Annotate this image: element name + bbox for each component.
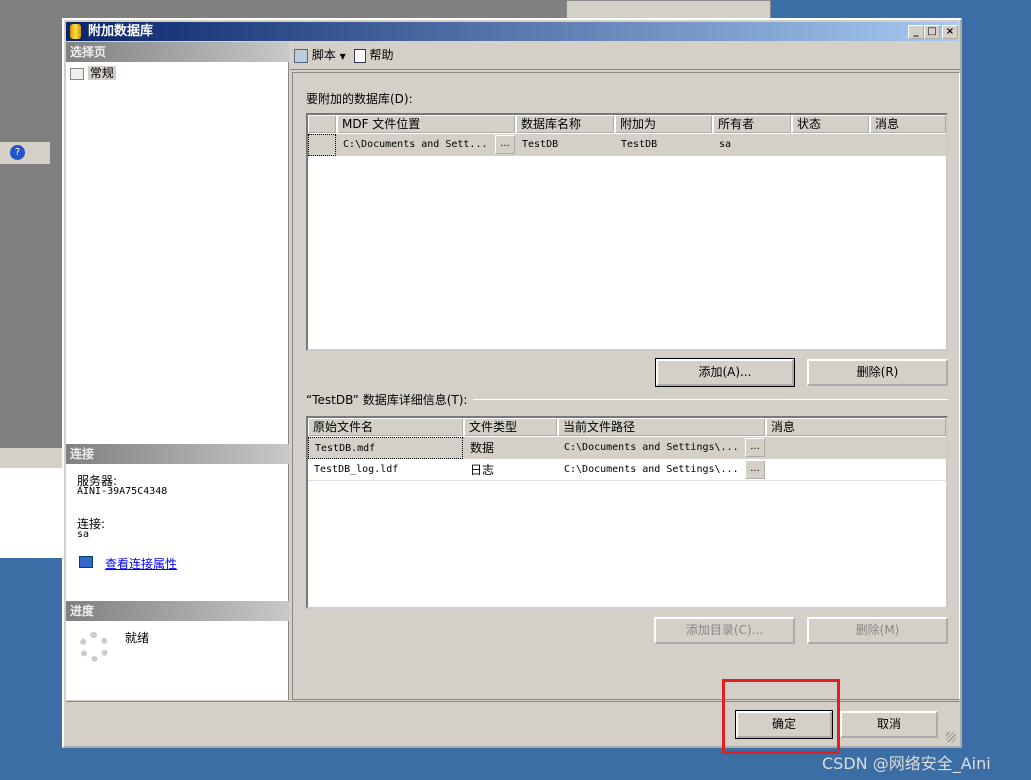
left-panel: 选择页 常规 连接 服务器: AINI-39A75C4348 连接: sa 查看…: [66, 42, 289, 700]
server-value: AINI-39A75C4348: [77, 486, 168, 497]
script-label: 脚本: [311, 48, 336, 62]
maximize-button[interactable]: □: [924, 25, 940, 39]
connection-header: 连接: [66, 444, 289, 464]
dropdown-arrow-icon[interactable]: ▼: [340, 52, 346, 61]
select-page-header: 选择页: [66, 42, 289, 62]
toolbar: 脚本 ▼ 帮助: [290, 42, 960, 70]
browse-button[interactable]: ...: [495, 135, 515, 154]
help-doc-icon: [353, 48, 366, 63]
general-page: 要附加的数据库(D): MDF 文件位置 数据库名称 附加为 所有者 状态 消息…: [292, 72, 960, 700]
databases-grid[interactable]: MDF 文件位置 数据库名称 附加为 所有者 状态 消息 C:\Document…: [306, 113, 948, 351]
page-icon: [70, 67, 84, 80]
dialog-title: 附加数据库: [88, 24, 154, 39]
progress-status: 就绪: [125, 631, 150, 645]
message-cell: [766, 437, 772, 459]
column-header[interactable]: 所有者: [713, 115, 791, 133]
title-bar[interactable]: 附加数据库 _ □ ×: [66, 22, 958, 41]
add-button[interactable]: 添加(A)...: [655, 358, 795, 387]
cancel-button[interactable]: 取消: [840, 711, 938, 738]
minimize-button[interactable]: _: [908, 25, 924, 39]
column-header[interactable]: 状态: [792, 115, 869, 133]
file-type-cell: 日志: [470, 463, 495, 477]
background-toolbar: ?: [0, 142, 50, 164]
message-cell: [766, 459, 772, 481]
browse-button[interactable]: ...: [745, 438, 765, 457]
status-cell: [792, 134, 798, 156]
table-row[interactable]: TestDB_log.ldf 日志 C:\Documents and Setti…: [308, 459, 946, 481]
details-label: “TestDB” 数据库详细信息(T):: [306, 391, 474, 408]
file-name-cell[interactable]: TestDB.mdf: [308, 437, 463, 459]
background-panel: [0, 448, 62, 558]
column-header[interactable]: MDF 文件位置: [337, 115, 515, 133]
connection-value: sa: [77, 529, 90, 540]
close-button[interactable]: ×: [942, 25, 958, 39]
script-button[interactable]: 脚本 ▼: [294, 48, 346, 63]
file-name-cell[interactable]: TestDB_log.ldf: [308, 459, 398, 481]
resize-grip-icon[interactable]: [946, 732, 956, 742]
mdf-location-cell[interactable]: C:\Documents and Sett...: [337, 134, 488, 156]
right-panel: 脚本 ▼ 帮助 要附加的数据库(D): MDF 文件位置 数据库名称 附加为 所…: [290, 42, 960, 700]
table-row[interactable]: TestDB.mdf 数据 C:\Documents and Settings\…: [308, 437, 946, 459]
progress-header: 进度: [66, 601, 289, 621]
page-item-general[interactable]: 常规: [70, 64, 116, 81]
file-type-cell: 数据: [470, 441, 495, 455]
help-button[interactable]: 帮助: [353, 48, 394, 63]
view-connection-properties-link[interactable]: 查看连接属性: [105, 555, 177, 572]
databases-to-attach-label: 要附加的数据库(D):: [306, 92, 413, 106]
row-header-column: [308, 115, 336, 133]
progress-spinner-icon: [79, 632, 109, 662]
help-label: 帮助: [369, 48, 394, 62]
background-window-titlebar: [566, 0, 771, 20]
details-grid[interactable]: 原始文件名 文件类型 当前文件路径 消息 TestDB.mdf 数据 C:\Do…: [306, 416, 948, 609]
file-path-cell[interactable]: C:\Documents and Settings\...: [558, 459, 739, 481]
browse-button[interactable]: ...: [745, 460, 765, 479]
page-label: 常规: [87, 66, 116, 80]
database-name-cell[interactable]: TestDB: [516, 134, 558, 156]
remove-file-button[interactable]: 删除(M): [807, 617, 948, 644]
table-row[interactable]: C:\Documents and Sett... ... TestDB Test…: [308, 134, 946, 156]
column-header[interactable]: 附加为: [615, 115, 712, 133]
add-catalog-button[interactable]: 添加目录(C)...: [654, 617, 795, 644]
message-cell: [870, 134, 876, 156]
attach-database-dialog: 附加数据库 _ □ × 选择页 常规 连接 服务器: AINI-39A75C43…: [62, 18, 962, 748]
file-path-cell[interactable]: C:\Documents and Settings\...: [558, 437, 739, 459]
remove-button[interactable]: 删除(R): [807, 359, 948, 386]
database-icon: [70, 24, 81, 39]
owner-cell[interactable]: sa: [713, 134, 731, 156]
column-header[interactable]: 消息: [870, 115, 946, 133]
script-icon: [294, 48, 308, 63]
column-header[interactable]: 当前文件路径: [558, 418, 765, 436]
help-icon[interactable]: ?: [10, 145, 25, 160]
attach-as-cell[interactable]: TestDB: [615, 134, 657, 156]
watermark: CSDN @网络安全_Aini: [822, 754, 991, 773]
column-header[interactable]: 消息: [766, 418, 946, 436]
row-selector[interactable]: [308, 134, 336, 156]
column-header[interactable]: 文件类型: [464, 418, 557, 436]
column-header[interactable]: 数据库名称: [516, 115, 614, 133]
highlight-box: [722, 679, 840, 754]
connection-properties-icon: [79, 556, 93, 568]
column-header[interactable]: 原始文件名: [308, 418, 463, 436]
